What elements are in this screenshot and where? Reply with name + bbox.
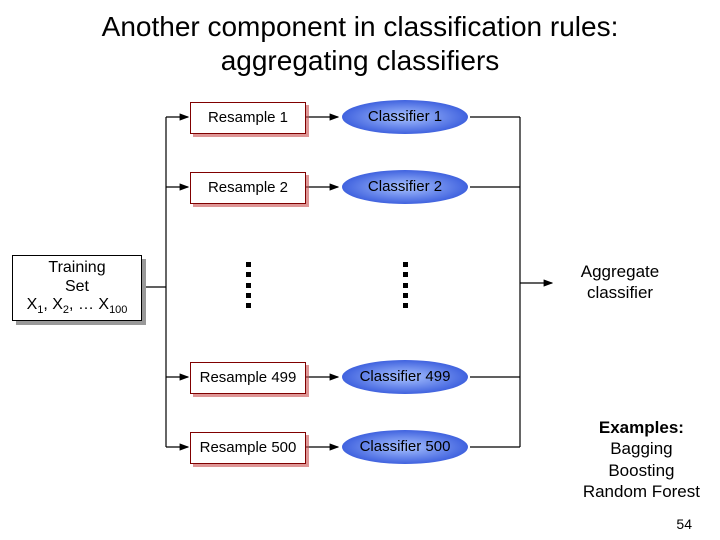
resample-499-box: Resample 499: [190, 362, 306, 394]
training-line2: Set: [13, 278, 141, 296]
vdots-classifier: [400, 262, 410, 308]
classifier-499-ellipse: Classifier 499: [340, 359, 470, 395]
vdots-resample: [243, 262, 253, 308]
training-set-box: Training Set X1, X2, … X100: [12, 255, 142, 321]
classifier-2-ellipse: Classifier 2: [340, 169, 470, 205]
examples-header: Examples:: [583, 417, 700, 438]
slide-title: Another component in classification rule…: [0, 0, 720, 77]
training-line3: X1, X2, … X100: [13, 296, 141, 317]
example-bagging: Bagging: [583, 438, 700, 459]
aggregate-classifier-label: Aggregate classifier: [555, 262, 685, 303]
title-line2: aggregating classifiers: [221, 45, 500, 76]
aggregate-line1: Aggregate: [581, 262, 659, 281]
examples-block: Examples: Bagging Boosting Random Forest: [583, 417, 700, 502]
classifier-2-label: Classifier 2: [368, 178, 442, 195]
training-line1: Training: [13, 259, 141, 277]
resample-2-box: Resample 2: [190, 172, 306, 204]
example-boosting: Boosting: [583, 460, 700, 481]
classifier-499-label: Classifier 499: [360, 368, 451, 385]
classifier-1-ellipse: Classifier 1: [340, 99, 470, 135]
resample-1-box: Resample 1: [190, 102, 306, 134]
diagram-area: Training Set X1, X2, … X100 Resample 1 R…: [0, 77, 720, 507]
page-number: 54: [676, 516, 692, 532]
classifier-500-label: Classifier 500: [360, 438, 451, 455]
resample-500-box: Resample 500: [190, 432, 306, 464]
title-line1: Another component in classification rule…: [102, 11, 619, 42]
example-random-forest: Random Forest: [583, 481, 700, 502]
classifier-1-label: Classifier 1: [368, 108, 442, 125]
classifier-500-ellipse: Classifier 500: [340, 429, 470, 465]
aggregate-line2: classifier: [587, 283, 653, 302]
